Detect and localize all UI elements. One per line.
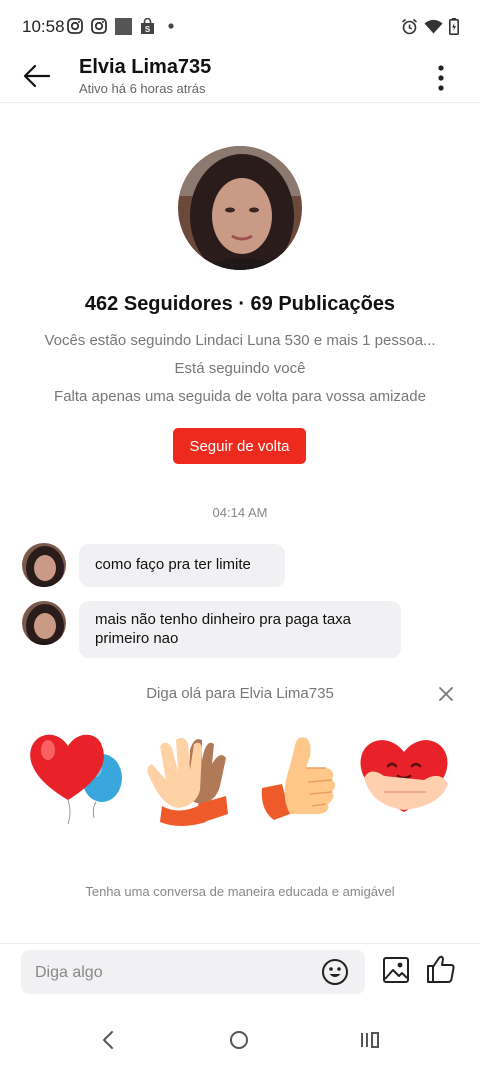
square-icon — [115, 18, 132, 35]
polite-conversation-note: Tenha uma conversa de maneira educada e … — [85, 884, 395, 899]
friendship-hint: Falta apenas uma seguida de volta para v… — [54, 388, 426, 405]
waving-hands-icon — [147, 737, 228, 826]
thumbs-up-icon — [427, 955, 455, 983]
battery-icon — [449, 18, 459, 35]
image-icon — [383, 957, 409, 983]
heart-balloons-sticker[interactable] — [26, 726, 126, 826]
alarm-icon — [401, 18, 418, 35]
system-navigation-bar — [0, 1006, 480, 1066]
nav-recents-icon[interactable] — [360, 1030, 380, 1050]
message-input[interactable] — [33, 950, 317, 996]
hugging-heart-icon — [360, 740, 448, 812]
more-options-button[interactable] — [424, 60, 458, 96]
status-time: 10:58 — [22, 17, 65, 36]
say-hello-text: Diga olá para Elvia Lima735 — [146, 685, 334, 702]
follows-you-text: Está seguindo você — [174, 360, 306, 377]
input-divider — [0, 943, 480, 944]
chat-header: Elvia Lima735 Ativo há 6 horas atrás — [0, 44, 480, 103]
waving-hands-sticker[interactable] — [140, 730, 240, 830]
message-bubble[interactable]: mais não tenho dinheiro pra paga taxa pr… — [79, 601, 401, 658]
avatar-photo — [22, 543, 66, 587]
nav-home-icon[interactable] — [229, 1030, 249, 1050]
dot-icon — [168, 23, 174, 29]
last-active-status: Ativo há 6 horas atrás — [79, 81, 206, 96]
avatar-photo — [178, 146, 302, 270]
message-text-line: primeiro nao — [95, 630, 179, 647]
arrow-left-icon — [23, 64, 51, 88]
message-bubble[interactable]: como faço pra ter limite — [79, 544, 285, 587]
avatar-photo — [22, 601, 66, 645]
sender-avatar[interactable] — [22, 543, 66, 587]
profile-stats: 462 Seguidores · 69 Publicações — [84, 293, 396, 315]
emoji-button[interactable] — [321, 958, 349, 986]
close-icon — [439, 687, 453, 701]
nav-back-icon[interactable] — [101, 1030, 115, 1050]
svg-text:S: S — [145, 25, 151, 34]
emoji-icon — [322, 959, 348, 985]
send-image-button[interactable] — [382, 956, 410, 984]
close-greeting-button[interactable] — [436, 684, 456, 704]
message-text: como faço pra ter limite — [95, 556, 251, 573]
mutual-followers-text[interactable]: Vocês estão seguindo Lindaci Luna 530 e … — [0, 332, 480, 349]
message-timestamp: 04:14 AM — [212, 505, 268, 520]
hugging-heart-sticker[interactable] — [354, 726, 454, 826]
sender-avatar[interactable] — [22, 601, 66, 645]
follow-back-button[interactable]: Seguir de volta — [173, 428, 306, 464]
thumbs-up-sticker[interactable] — [256, 730, 356, 830]
message-text-line: mais não tenho dinheiro pra paga taxa — [95, 611, 352, 628]
instagram-icon — [91, 18, 107, 34]
shopping-bag-icon: S — [141, 18, 154, 34]
back-button[interactable] — [14, 58, 60, 94]
contact-name[interactable]: Elvia Lima735 — [79, 56, 211, 79]
thumbs-up-icon — [261, 737, 335, 820]
instagram-icon — [67, 18, 83, 34]
profile-avatar[interactable] — [178, 146, 302, 270]
heart-balloons-icon — [30, 734, 122, 825]
send-like-button[interactable] — [426, 954, 456, 984]
wifi-icon — [424, 19, 443, 34]
more-vertical-icon — [438, 65, 444, 91]
message-input-container[interactable] — [21, 950, 365, 996]
